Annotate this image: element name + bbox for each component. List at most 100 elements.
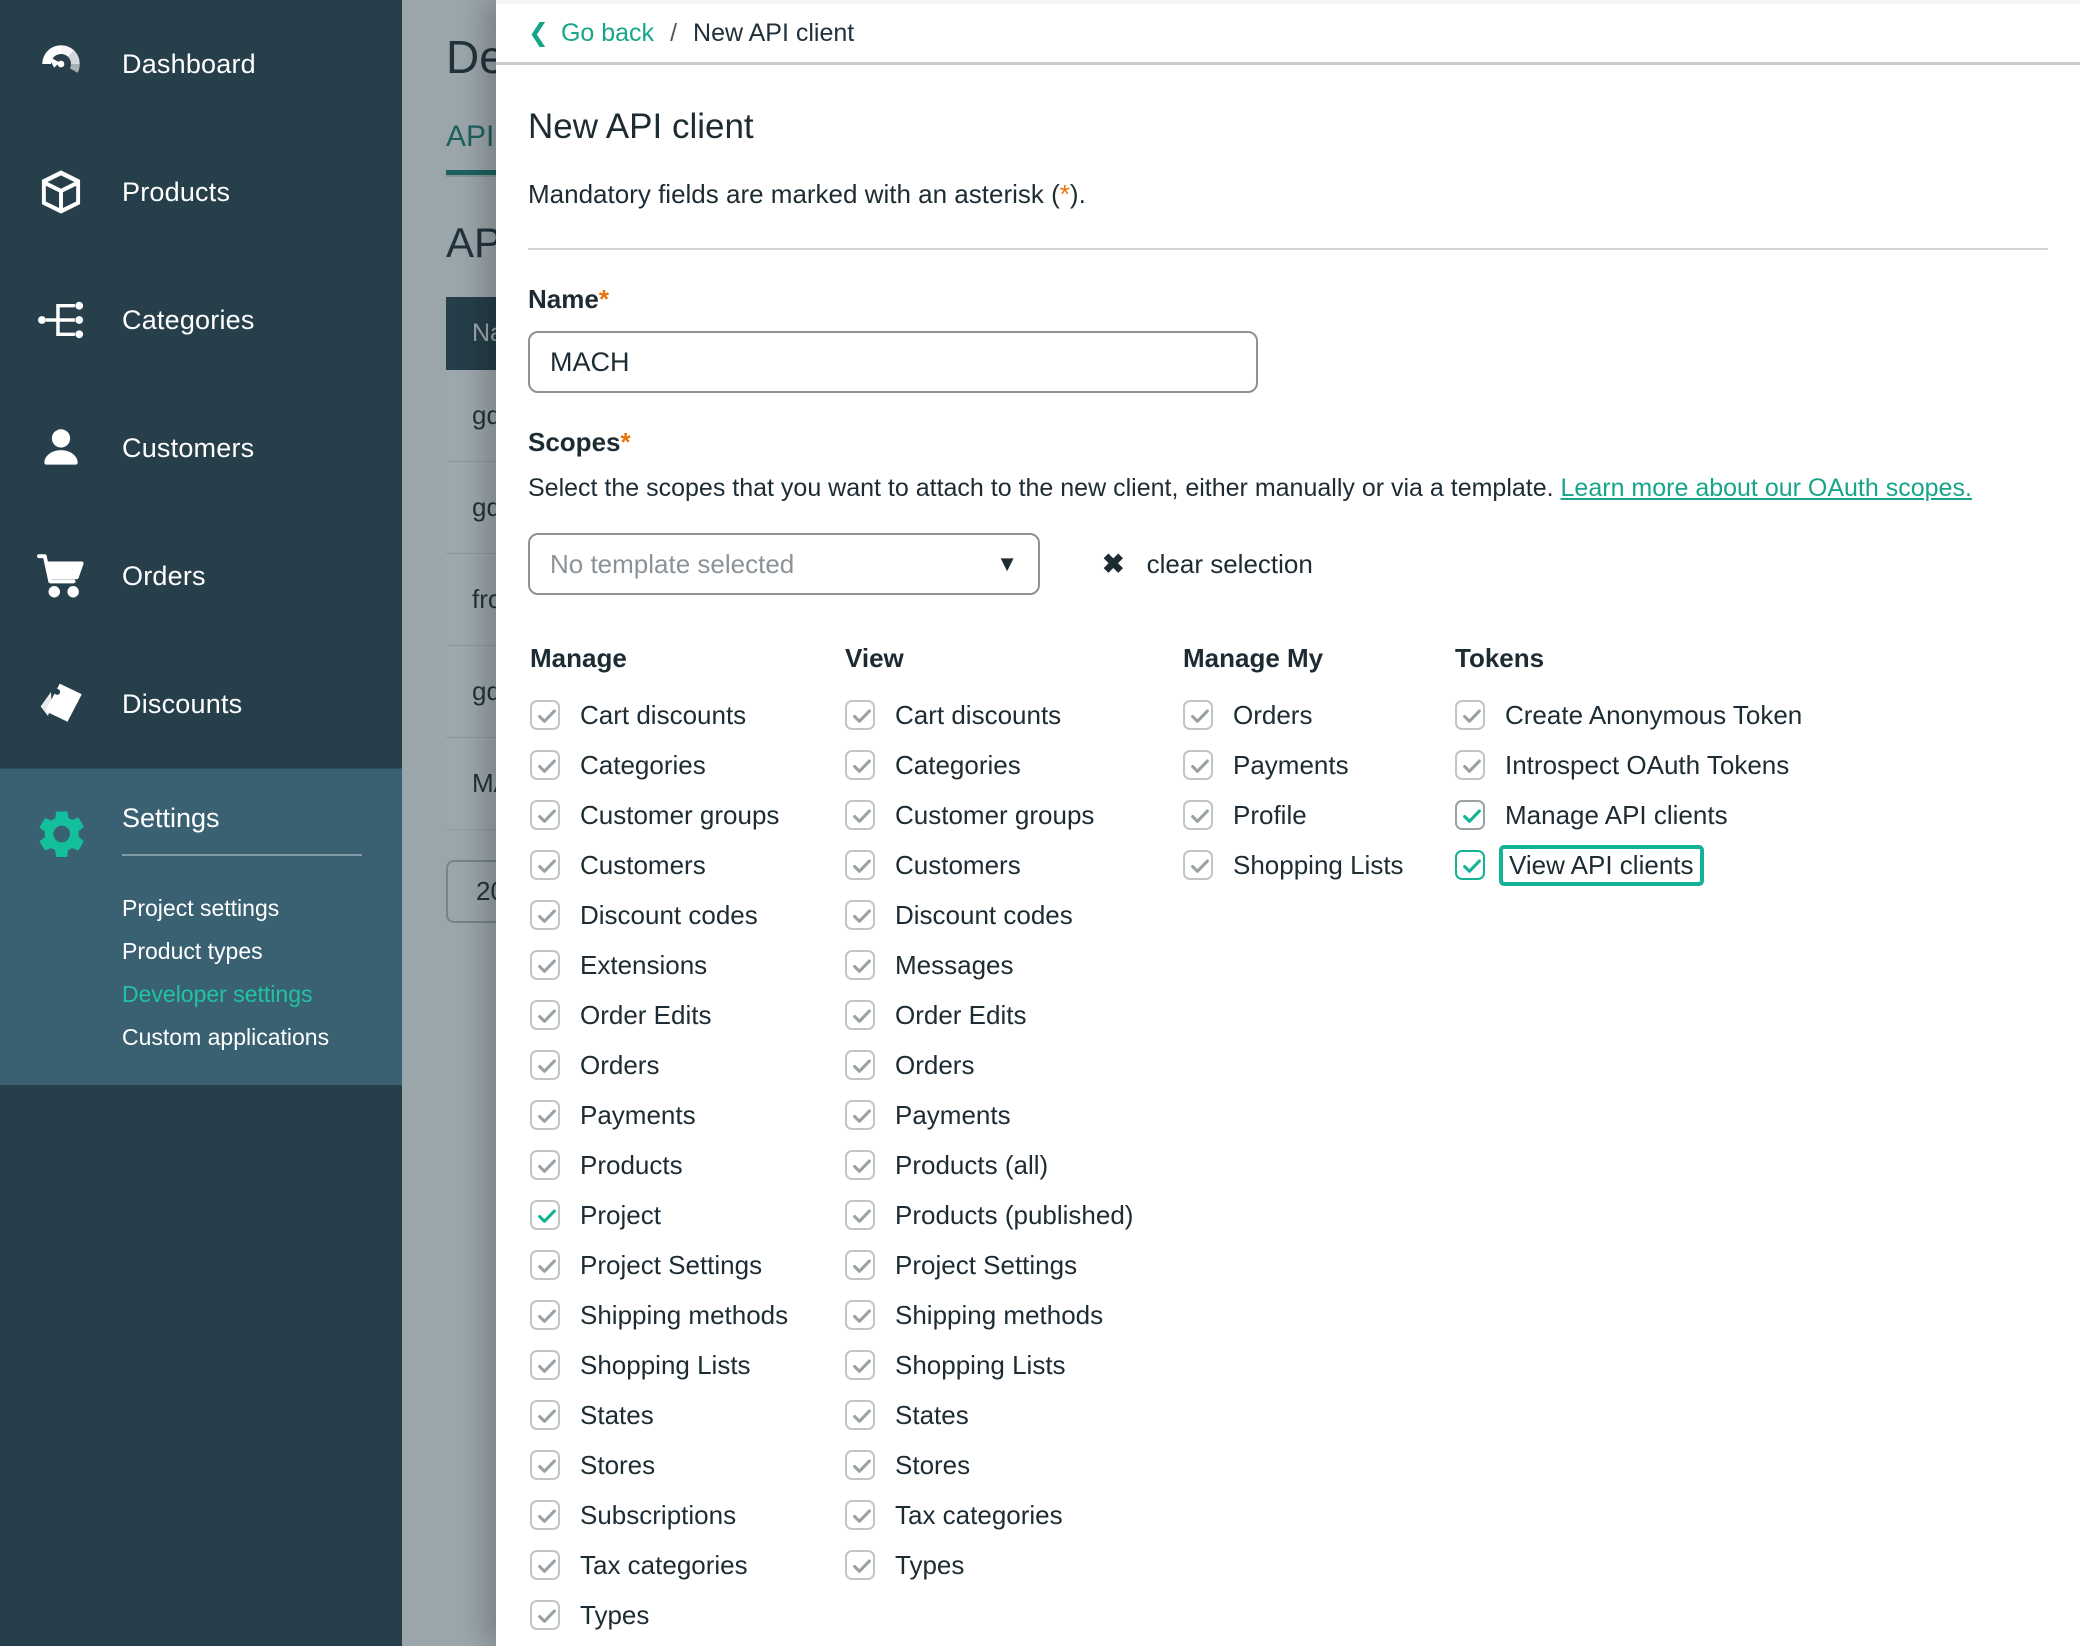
scope-checkbox-row[interactable]: Tax categories	[530, 1540, 845, 1590]
checkbox-checked-icon[interactable]	[1183, 700, 1213, 730]
clear-selection-button[interactable]: ✖ clear selection	[1102, 549, 1313, 580]
oauth-scopes-link[interactable]: Learn more about our OAuth scopes.	[1561, 474, 1972, 502]
checkbox-checked-icon[interactable]	[1455, 700, 1485, 730]
checkbox-checked-icon[interactable]	[845, 1000, 875, 1030]
sidebar-item-orders[interactable]: Orders	[0, 512, 402, 640]
checkbox-checked-icon[interactable]	[1455, 850, 1485, 880]
scope-checkbox-row[interactable]: Project Settings	[845, 1240, 1183, 1290]
checkbox-checked-icon[interactable]	[845, 1350, 875, 1380]
scope-checkbox-row[interactable]: View API clients	[1455, 840, 1875, 890]
scope-checkbox-row[interactable]: Project	[530, 1190, 845, 1240]
sidebar-item-product-types[interactable]: Product types	[122, 930, 402, 973]
scope-checkbox-row[interactable]: Shipping methods	[845, 1290, 1183, 1340]
scope-checkbox-row[interactable]: Customers	[530, 840, 845, 890]
checkbox-checked-icon[interactable]	[845, 800, 875, 830]
go-back-button[interactable]: ❮ Go back	[528, 19, 654, 48]
checkbox-checked-icon[interactable]	[530, 900, 560, 930]
scope-checkbox-row[interactable]: Products	[530, 1140, 845, 1190]
scope-checkbox-row[interactable]: Stores	[530, 1440, 845, 1490]
checkbox-checked-icon[interactable]	[845, 1250, 875, 1280]
scope-checkbox-row[interactable]: Customer groups	[845, 790, 1183, 840]
checkbox-checked-icon[interactable]	[530, 1450, 560, 1480]
scope-checkbox-row[interactable]: Types	[845, 1540, 1183, 1590]
checkbox-checked-icon[interactable]	[530, 1350, 560, 1380]
scope-checkbox-row[interactable]: Cart discounts	[845, 690, 1183, 740]
checkbox-checked-icon[interactable]	[530, 1550, 560, 1580]
checkbox-checked-icon[interactable]	[845, 850, 875, 880]
scope-checkbox-row[interactable]: Products (published)	[845, 1190, 1183, 1240]
scope-checkbox-row[interactable]: Messages	[845, 940, 1183, 990]
template-select[interactable]: No template selected ▼	[528, 533, 1040, 595]
checkbox-checked-icon[interactable]	[845, 1550, 875, 1580]
scope-checkbox-row[interactable]: Extensions	[530, 940, 845, 990]
scope-checkbox-row[interactable]: Payments	[1183, 740, 1455, 790]
scope-checkbox-row[interactable]: Categories	[530, 740, 845, 790]
checkbox-checked-icon[interactable]	[1455, 800, 1485, 830]
scope-checkbox-row[interactable]: Subscriptions	[530, 1490, 845, 1540]
scope-checkbox-row[interactable]: Shopping Lists	[1183, 840, 1455, 890]
sidebar-item-categories[interactable]: Categories	[0, 256, 402, 384]
checkbox-checked-icon[interactable]	[845, 1500, 875, 1530]
sidebar-item-custom-applications[interactable]: Custom applications	[122, 1016, 402, 1059]
checkbox-checked-icon[interactable]	[530, 800, 560, 830]
sidebar-item-developer-settings[interactable]: Developer settings	[122, 973, 402, 1016]
scope-checkbox-row[interactable]: Orders	[845, 1040, 1183, 1090]
scope-checkbox-row[interactable]: Customer groups	[530, 790, 845, 840]
sidebar-item-dashboard[interactable]: Dashboard	[0, 0, 402, 128]
scope-checkbox-row[interactable]: States	[530, 1390, 845, 1440]
scope-checkbox-row[interactable]: Order Edits	[530, 990, 845, 1040]
scope-checkbox-row[interactable]: Project Settings	[530, 1240, 845, 1290]
sidebar-item-products[interactable]: Products	[0, 128, 402, 256]
checkbox-checked-icon[interactable]	[530, 700, 560, 730]
checkbox-checked-icon[interactable]	[1455, 750, 1485, 780]
checkbox-checked-icon[interactable]	[845, 1150, 875, 1180]
checkbox-checked-icon[interactable]	[845, 1200, 875, 1230]
scope-checkbox-row[interactable]: Orders	[1183, 690, 1455, 740]
scope-checkbox-row[interactable]: Shipping methods	[530, 1290, 845, 1340]
checkbox-checked-icon[interactable]	[845, 700, 875, 730]
checkbox-checked-icon[interactable]	[845, 750, 875, 780]
checkbox-checked-icon[interactable]	[530, 750, 560, 780]
scope-checkbox-row[interactable]: Order Edits	[845, 990, 1183, 1040]
checkbox-checked-icon[interactable]	[530, 1000, 560, 1030]
checkbox-checked-icon[interactable]	[530, 1600, 560, 1630]
checkbox-checked-icon[interactable]	[530, 1250, 560, 1280]
scope-checkbox-row[interactable]: Manage API clients	[1455, 790, 1875, 840]
scope-checkbox-row[interactable]: Stores	[845, 1440, 1183, 1490]
sidebar-item-discounts[interactable]: Discounts	[0, 640, 402, 768]
checkbox-checked-icon[interactable]	[845, 950, 875, 980]
scope-checkbox-row[interactable]: Orders	[530, 1040, 845, 1090]
scope-checkbox-row[interactable]: Shopping Lists	[530, 1340, 845, 1390]
checkbox-checked-icon[interactable]	[530, 1050, 560, 1080]
scope-checkbox-row[interactable]: Payments	[530, 1090, 845, 1140]
sidebar-item-customers[interactable]: Customers	[0, 384, 402, 512]
checkbox-checked-icon[interactable]	[1183, 850, 1213, 880]
checkbox-checked-icon[interactable]	[845, 1450, 875, 1480]
checkbox-checked-icon[interactable]	[845, 900, 875, 930]
checkbox-checked-icon[interactable]	[1183, 750, 1213, 780]
checkbox-checked-icon[interactable]	[845, 1050, 875, 1080]
scope-checkbox-row[interactable]: Customers	[845, 840, 1183, 890]
name-input[interactable]	[528, 331, 1258, 393]
scope-checkbox-row[interactable]: Payments	[845, 1090, 1183, 1140]
scope-checkbox-row[interactable]: Discount codes	[530, 890, 845, 940]
scope-checkbox-row[interactable]: Discount codes	[845, 890, 1183, 940]
scope-checkbox-row[interactable]: Products (all)	[845, 1140, 1183, 1190]
scope-checkbox-row[interactable]: Profile	[1183, 790, 1455, 840]
checkbox-checked-icon[interactable]	[845, 1300, 875, 1330]
checkbox-checked-icon[interactable]	[530, 1400, 560, 1430]
scope-checkbox-row[interactable]: States	[845, 1390, 1183, 1440]
scope-checkbox-row[interactable]: Types	[530, 1590, 845, 1640]
scope-checkbox-row[interactable]: Cart discounts	[530, 690, 845, 740]
checkbox-checked-icon[interactable]	[530, 1150, 560, 1180]
checkbox-checked-icon[interactable]	[530, 1300, 560, 1330]
sidebar-item-project-settings[interactable]: Project settings	[122, 887, 402, 930]
sidebar-item-settings[interactable]: Settings	[0, 769, 402, 865]
checkbox-checked-icon[interactable]	[530, 850, 560, 880]
checkbox-checked-icon[interactable]	[530, 1200, 560, 1230]
scope-checkbox-row[interactable]: Tax categories	[845, 1490, 1183, 1540]
scope-checkbox-row[interactable]: Categories	[845, 740, 1183, 790]
checkbox-checked-icon[interactable]	[530, 950, 560, 980]
checkbox-checked-icon[interactable]	[530, 1500, 560, 1530]
checkbox-checked-icon[interactable]	[845, 1100, 875, 1130]
